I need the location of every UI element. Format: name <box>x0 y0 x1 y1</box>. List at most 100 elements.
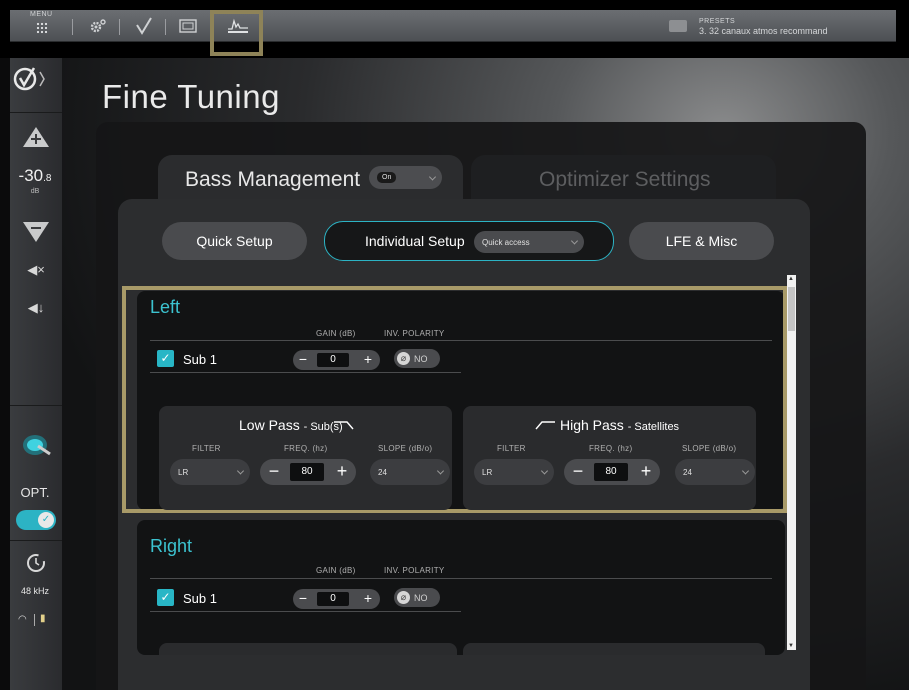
scroll-down-icon[interactable]: ▼ <box>788 643 794 649</box>
quick-setup-label: Quick Setup <box>196 233 273 249</box>
bass-state-dropdown[interactable]: On <box>369 166 442 189</box>
freq-increase-button[interactable]: + <box>330 459 354 485</box>
filter-header: FILTER <box>192 444 221 453</box>
sub-label: Sub 1 <box>183 352 217 367</box>
low-pass-freq-stepper[interactable]: − 80 + <box>260 459 356 485</box>
low-pass-freq-value[interactable]: 80 <box>290 463 324 481</box>
quick-access-label: Quick access <box>482 237 530 247</box>
low-pass-label: Low Pass <box>239 417 300 433</box>
quick-setup-button[interactable]: Quick Setup <box>162 222 307 260</box>
menu-icon[interactable] <box>36 22 48 34</box>
volume-decimal: .8 <box>43 173 52 184</box>
filter-header: FILTER <box>497 444 526 453</box>
check-icon: ✓ <box>38 512 54 528</box>
divider <box>150 578 772 579</box>
scroll-up-icon[interactable]: ▲ <box>788 276 794 282</box>
gain-header: GAIN (dB) <box>316 329 356 338</box>
freq-decrease-button[interactable]: − <box>262 459 286 485</box>
high-pass-slope-value: 24 <box>683 467 692 477</box>
top-toolbar: MENU PRESETS 3. 32 canaux atmos recomman… <box>0 0 909 58</box>
slope-header: SLOPE (dB/o) <box>682 444 737 453</box>
polarity-toggle[interactable]: ⌀ NO <box>394 349 440 368</box>
low-pass-filter-value: LR <box>178 467 189 477</box>
channel-name: Right <box>150 536 193 556</box>
divider <box>150 611 461 612</box>
folder-icon <box>669 20 687 32</box>
high-pass-freq-value[interactable]: 80 <box>594 463 628 481</box>
gain-stepper[interactable]: − 0 + <box>293 589 380 609</box>
sidebar-divider <box>10 112 62 113</box>
settings-icon[interactable] <box>86 10 110 42</box>
gain-decrease-button[interactable]: − <box>293 589 313 609</box>
high-pass-icon <box>534 418 556 436</box>
freq-increase-button[interactable]: + <box>634 459 658 485</box>
low-pass-filter-dropdown[interactable]: LR <box>170 459 250 485</box>
freq-header: FREQ. (hz) <box>589 444 633 453</box>
lfe-misc-button[interactable]: LFE & Misc <box>629 222 774 260</box>
gain-increase-button[interactable]: + <box>358 350 378 370</box>
divider <box>150 340 772 341</box>
polarity-icon: ⌀ <box>397 352 410 365</box>
sub-checkbox[interactable]: ✓ <box>157 350 174 367</box>
high-pass-title: High Pass - Satellites <box>560 417 679 433</box>
high-pass-slope-dropdown[interactable]: 24 <box>675 459 755 485</box>
quick-access-dropdown[interactable]: Quick access <box>474 231 584 253</box>
sidebar-divider <box>10 405 62 406</box>
gain-stepper[interactable]: − 0 + <box>293 350 380 370</box>
channel-name: Left <box>150 297 181 317</box>
mic-status-icon: ▮ <box>40 613 46 624</box>
toolbar-strip: MENU PRESETS 3. 32 canaux atmos recomman… <box>10 10 896 42</box>
volume-up-button[interactable] <box>10 125 62 154</box>
gain-value[interactable]: 0 <box>317 353 349 367</box>
toolbar-divider <box>72 19 73 35</box>
gain-decrease-button[interactable]: − <box>293 350 313 370</box>
low-pass-slope-value: 24 <box>378 467 387 477</box>
opt-label: OPT. <box>20 485 50 500</box>
individual-setup-label: Individual Setup <box>365 233 465 249</box>
low-pass-panel <box>159 643 457 655</box>
low-pass-slope-dropdown[interactable]: 24 <box>370 459 450 485</box>
volume-value: -30 <box>18 166 44 185</box>
slope-header: SLOPE (dB/o) <box>378 444 433 453</box>
sidebar-divider <box>34 614 35 626</box>
opt-toggle[interactable]: ✓ <box>16 510 56 530</box>
high-pass-suffix: - Satellites <box>627 421 680 433</box>
presets-label: PRESETS <box>699 18 736 25</box>
dim-icon[interactable]: ◀↓ <box>10 300 62 316</box>
presets-value: 3. 32 canaux atmos recommand <box>699 26 828 36</box>
scrollbar-thumb[interactable] <box>788 287 795 331</box>
sample-rate: 48 kHz <box>20 586 49 596</box>
polarity-value: NO <box>414 592 428 603</box>
polarity-value: NO <box>414 353 428 364</box>
menu-label: MENU <box>30 11 53 18</box>
polarity-toggle[interactable]: ⌀ NO <box>394 588 440 607</box>
scrollbar[interactable]: ▲ ▼ <box>787 275 796 650</box>
freq-decrease-button[interactable]: − <box>566 459 590 485</box>
sidebar-divider <box>10 540 62 541</box>
high-pass-freq-stepper[interactable]: − 80 + <box>564 459 660 485</box>
check-icon[interactable] <box>132 10 156 42</box>
gain-header: GAIN (dB) <box>316 566 356 575</box>
high-pass-filter-value: LR <box>482 467 493 477</box>
layout-icon[interactable] <box>176 10 200 42</box>
high-pass-filter-dropdown[interactable]: LR <box>474 459 554 485</box>
volume-display: -30.8 <box>10 166 60 186</box>
bass-state-value: On <box>377 172 397 183</box>
high-pass-panel <box>463 643 765 655</box>
gain-value[interactable]: 0 <box>317 592 349 606</box>
page-title: Fine Tuning <box>102 78 280 115</box>
toolbar-divider <box>119 19 120 35</box>
logo-icon[interactable] <box>12 64 52 100</box>
sync-icon <box>10 552 62 579</box>
mute-icon[interactable]: ◀× <box>10 262 62 278</box>
sub-checkbox[interactable]: ✓ <box>157 589 174 606</box>
divider <box>150 372 461 373</box>
freq-header: FREQ. (hz) <box>284 444 328 453</box>
volume-down-button[interactable] <box>10 220 62 249</box>
optimizer-mic-icon <box>10 430 62 465</box>
gain-increase-button[interactable]: + <box>358 589 378 609</box>
high-pass-label: High Pass <box>560 417 624 433</box>
tab-optimizer-settings-label: Optimizer Settings <box>539 168 711 191</box>
active-tab-highlight <box>210 10 263 56</box>
lfe-misc-label: LFE & Misc <box>665 233 738 249</box>
